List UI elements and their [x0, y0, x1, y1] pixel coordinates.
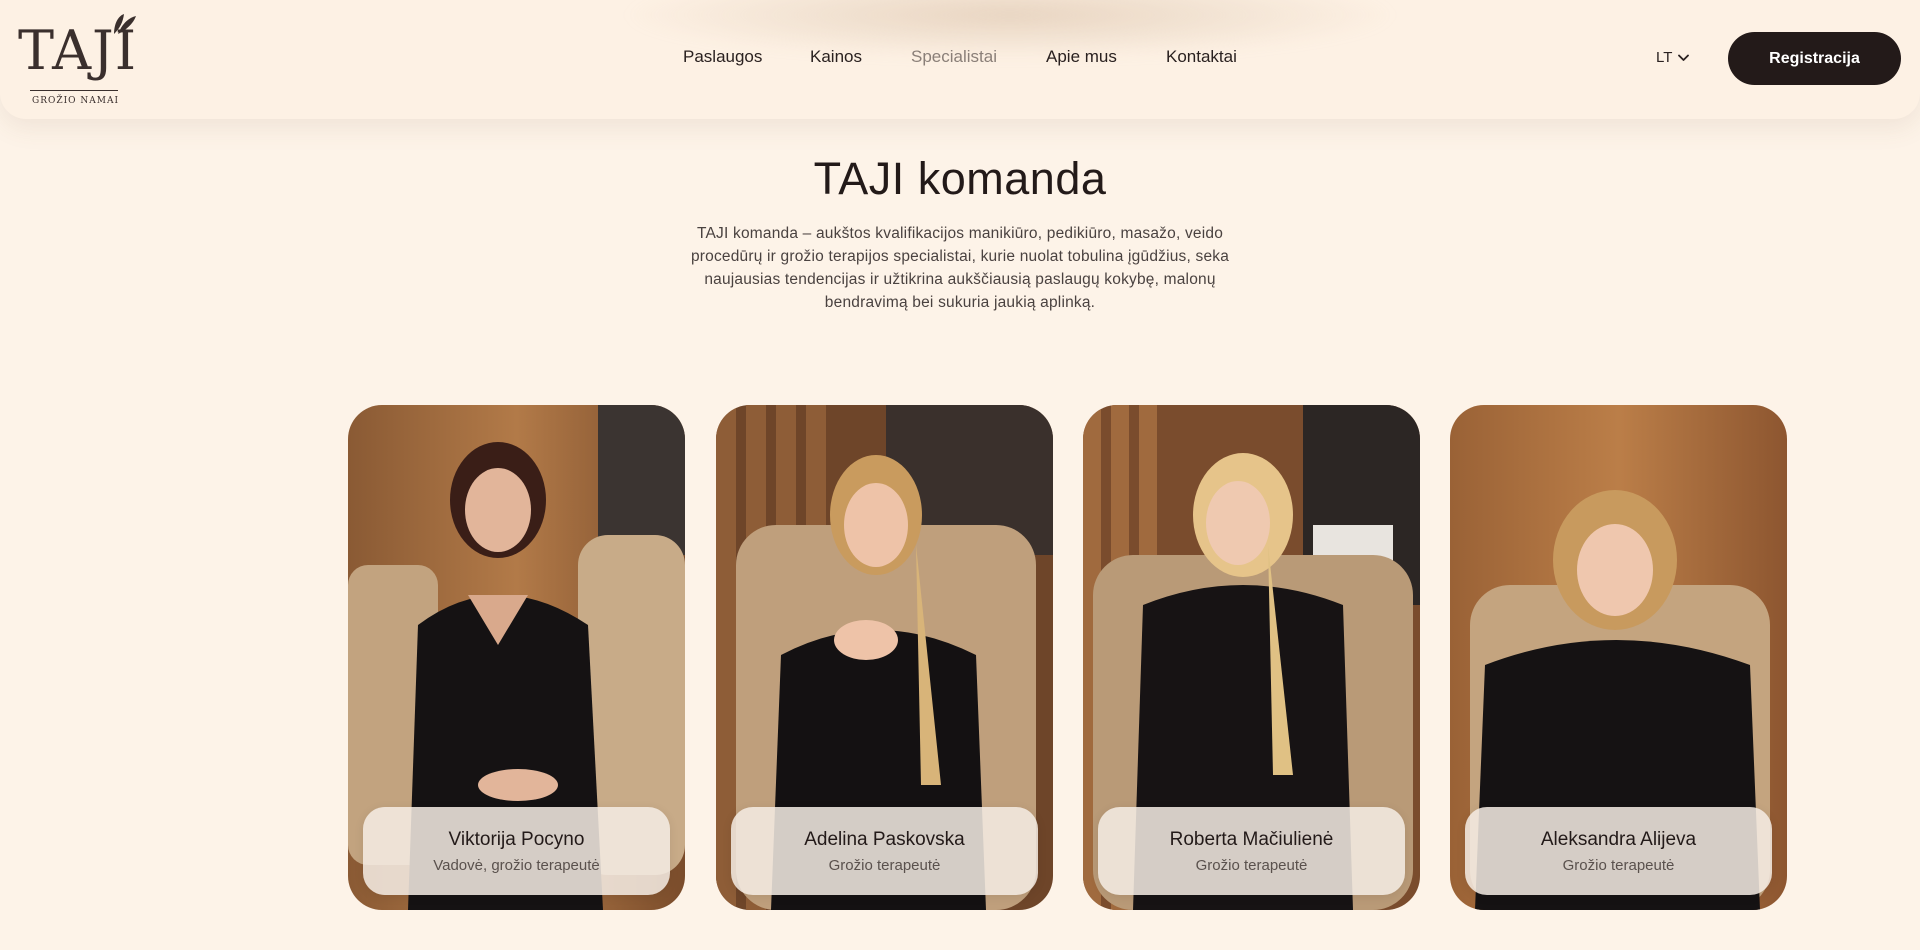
team-member-role: Grožio terapeutė [1195, 856, 1308, 874]
site-header: TAJI GROŽIO NAMAI Paslaugos Kainos Speci… [0, 0, 1920, 119]
nav-item-kainos[interactable]: Kainos [810, 47, 862, 67]
brand-logo[interactable]: TAJI GROŽIO NAMAI [18, 10, 140, 110]
team-card-label: Aleksandra Alijeva Grožio terapeutė [1465, 807, 1772, 895]
language-selector[interactable]: LT [1656, 49, 1690, 66]
team-member-name: Aleksandra Alijeva [1540, 828, 1697, 850]
page-title: TAJI komanda [813, 153, 1107, 204]
team-member-name: Viktorija Pocyno [448, 828, 585, 850]
team-card[interactable]: Viktorija Pocyno Vadovė, grožio terapeut… [348, 405, 685, 910]
brand-tagline: GROŽIO NAMAI [32, 96, 120, 106]
team-member-role: Grožio terapeutė [1562, 856, 1675, 874]
nav-item-specialistai[interactable]: Specialistai [911, 47, 997, 67]
chevron-down-icon [1678, 54, 1690, 61]
team-card-label: Adelina Paskovska Grožio terapeutė [731, 807, 1038, 895]
nav-item-kontaktai[interactable]: Kontaktai [1166, 47, 1237, 67]
nav-item-apie-mus[interactable]: Apie mus [1046, 47, 1117, 67]
team-card-label: Viktorija Pocyno Vadovė, grožio terapeut… [363, 807, 670, 895]
team-card[interactable]: Aleksandra Alijeva Grožio terapeutė [1450, 405, 1787, 910]
team-member-name: Roberta Mačiulienė [1169, 828, 1334, 850]
team-card[interactable]: Adelina Paskovska Grožio terapeutė [716, 405, 1053, 910]
team-card-label: Roberta Mačiulienė Grožio terapeutė [1098, 807, 1405, 895]
logo-divider [30, 90, 118, 91]
leaf-icon [114, 14, 136, 34]
team-member-name: Adelina Paskovska [804, 828, 965, 850]
language-label: LT [1656, 49, 1673, 66]
team-card[interactable]: Roberta Mačiulienė Grožio terapeutė [1083, 405, 1420, 910]
team-member-role: Grožio terapeutė [828, 856, 941, 874]
team-description: TAJI komanda – aukštos kvalifikacijos ma… [690, 225, 1230, 311]
nav-item-paslaugos[interactable]: Paslaugos [683, 47, 762, 67]
register-button[interactable]: Registracija [1728, 32, 1901, 85]
team-member-role: Vadovė, grožio terapeutė [433, 856, 600, 874]
